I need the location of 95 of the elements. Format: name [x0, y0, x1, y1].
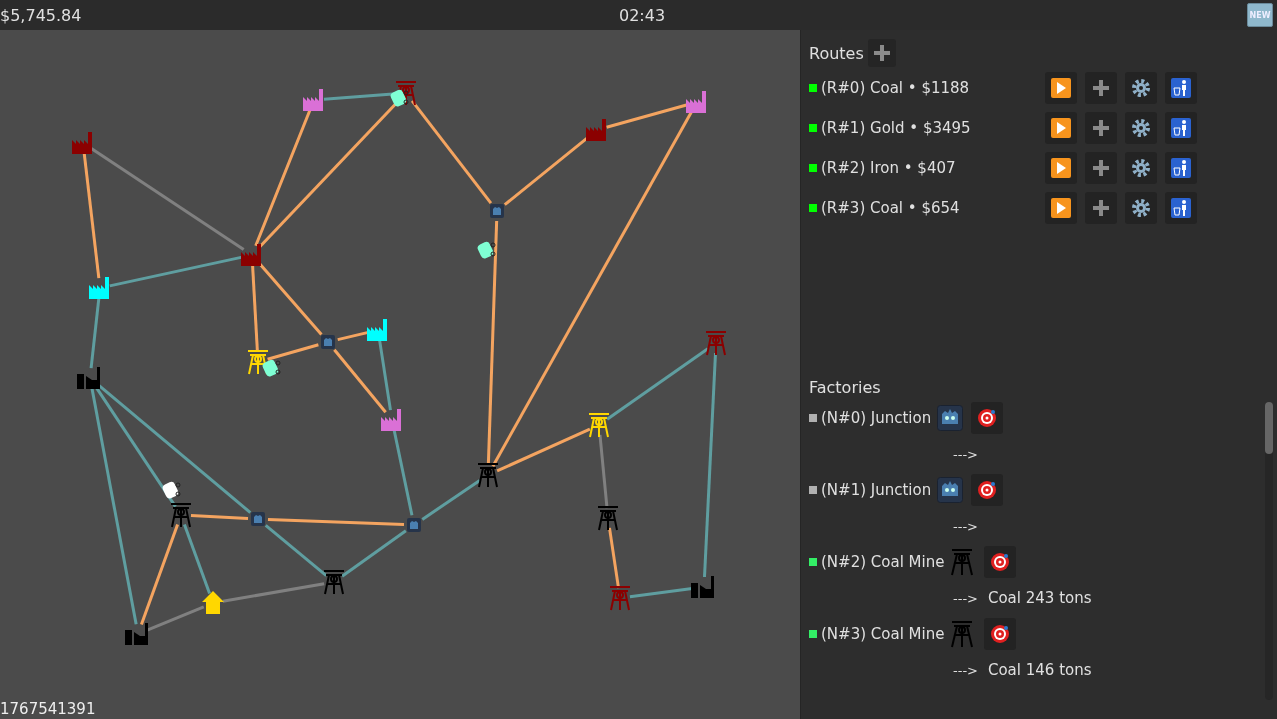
junction-icon: [937, 405, 964, 431]
play-icon: [1051, 198, 1071, 218]
delete-button[interactable]: [1165, 72, 1197, 104]
settings-button[interactable]: [1125, 72, 1157, 104]
junction-icon[interactable]: [321, 335, 335, 349]
output-arrow: --->: [953, 518, 978, 534]
add-button[interactable]: [1085, 152, 1117, 184]
target-icon: [990, 624, 1011, 644]
routes-heading: Routes: [809, 43, 864, 63]
mine-icon[interactable]: [477, 463, 499, 488]
add-button[interactable]: [1085, 72, 1117, 104]
route-label: (R#3) Coal • $654: [821, 199, 961, 217]
node-label: (N#0) Junction: [821, 409, 932, 427]
mine-icon: [950, 620, 975, 648]
mine-icon[interactable]: [323, 570, 345, 595]
factory-icon[interactable]: [367, 319, 387, 341]
road-line: [337, 330, 369, 342]
delete-button[interactable]: [1165, 152, 1197, 184]
road-line: [341, 529, 407, 578]
play-icon: [1051, 118, 1071, 138]
junction-icon[interactable]: [251, 512, 265, 526]
target-button[interactable]: [984, 618, 1017, 650]
output-arrow: --->: [953, 446, 978, 462]
litter-icon: [1171, 198, 1191, 218]
play-button[interactable]: [1045, 72, 1077, 104]
settings-button[interactable]: [1125, 192, 1157, 224]
litter-icon: [1171, 118, 1191, 138]
litter-icon: [1171, 158, 1191, 178]
junction-icon: [937, 477, 964, 503]
factory-icon[interactable]: [303, 89, 323, 111]
settings-icon: [1131, 198, 1151, 218]
road-line: [608, 527, 620, 589]
junction-icon[interactable]: [490, 204, 504, 218]
delete-button[interactable]: [1165, 192, 1197, 224]
target-button[interactable]: [971, 474, 1004, 506]
road-line: [267, 343, 319, 361]
seed-number: 1767541391: [0, 700, 96, 718]
scrollbar-thumb[interactable]: [1265, 402, 1273, 454]
factory-icon[interactable]: [381, 409, 401, 431]
output-text: Coal 243 tons: [987, 589, 1092, 607]
settings-icon: [1131, 158, 1151, 178]
plant-icon[interactable]: [125, 623, 148, 645]
money-balance: $5,745.84: [0, 5, 82, 25]
depot-icon[interactable]: [202, 591, 224, 614]
road-line: [421, 479, 481, 521]
route-label: (R#2) Iron • $407: [821, 159, 957, 177]
truck-icon[interactable]: [161, 480, 181, 500]
truck-icon[interactable]: [261, 358, 281, 378]
node-label: (N#1) Junction: [821, 481, 932, 499]
factories-heading: Factories: [809, 378, 881, 397]
route-label: (R#1) Gold • $3495: [821, 119, 972, 137]
add-route-button[interactable]: [867, 39, 896, 67]
mine-icon[interactable]: [247, 350, 269, 375]
settings-button[interactable]: [1125, 152, 1157, 184]
game-clock: 02:43: [619, 6, 666, 25]
add-button[interactable]: [1085, 192, 1117, 224]
factory-icon[interactable]: [89, 277, 109, 299]
target-icon: [977, 480, 998, 500]
output-arrow: --->: [953, 590, 978, 606]
settings-button[interactable]: [1125, 112, 1157, 144]
play-icon: [1051, 158, 1071, 178]
settings-icon: [1131, 78, 1151, 98]
truck-icon[interactable]: [389, 88, 409, 108]
scrollbar[interactable]: [1265, 402, 1273, 700]
target-button[interactable]: [984, 546, 1017, 578]
litter-icon: [1171, 78, 1191, 98]
mine-icon[interactable]: [170, 503, 192, 528]
output-text: Coal 146 tons: [987, 661, 1092, 679]
delete-button[interactable]: [1165, 112, 1197, 144]
mine-icon[interactable]: [588, 413, 610, 438]
road-line: [89, 297, 101, 369]
play-button[interactable]: [1045, 152, 1077, 184]
node-label: (N#3) Coal Mine: [821, 625, 945, 643]
play-button[interactable]: [1045, 192, 1077, 224]
factory-icon[interactable]: [686, 91, 706, 113]
new-button[interactable]: NEW: [1247, 3, 1273, 27]
mine-icon: [950, 548, 975, 576]
play-button[interactable]: [1045, 112, 1077, 144]
truck-icon[interactable]: [476, 240, 496, 260]
add-button[interactable]: [1085, 112, 1117, 144]
settings-icon: [1131, 118, 1151, 138]
target-icon: [977, 408, 998, 428]
output-arrow: --->: [953, 662, 978, 678]
node-label: (N#2) Coal Mine: [821, 553, 945, 571]
target-button[interactable]: [971, 402, 1004, 434]
play-icon: [1051, 78, 1071, 98]
plus-icon: [1092, 119, 1110, 137]
route-label: (R#0) Coal • $1188: [821, 79, 971, 97]
plus-icon: [1092, 159, 1110, 177]
target-icon: [990, 552, 1011, 572]
plus-icon: [1092, 199, 1110, 217]
junction-icon[interactable]: [407, 518, 421, 532]
road-line: [183, 523, 211, 595]
plus-icon: [872, 44, 891, 62]
plus-icon: [1092, 79, 1110, 97]
